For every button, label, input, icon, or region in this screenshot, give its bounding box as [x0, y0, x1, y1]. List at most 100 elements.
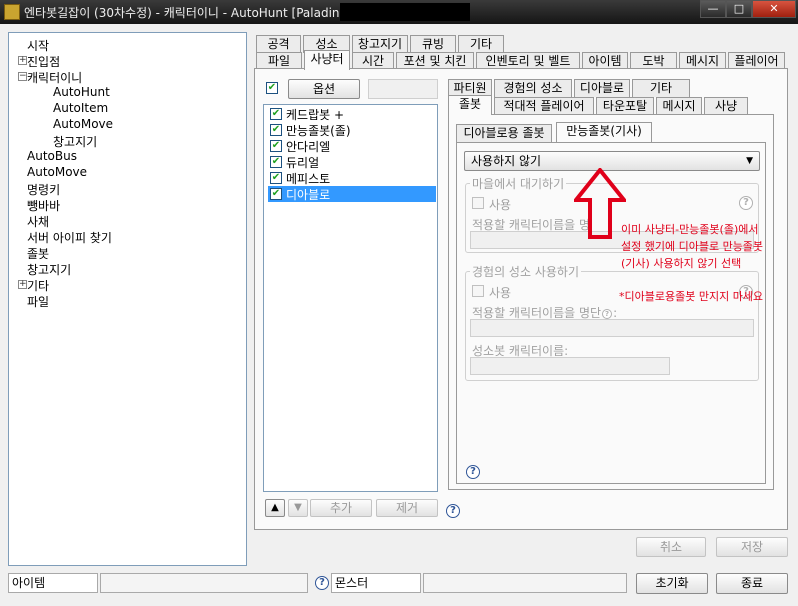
right-tab-row2-4[interactable]: 사냥: [704, 97, 748, 115]
option-button[interactable]: 옵션: [288, 79, 360, 99]
tree-item[interactable]: 졸봇: [27, 245, 49, 262]
settings-tree[interactable]: 시작 진입점 + 캐릭터이니 − AutoHunt AutoItem AutoMove 창고지기…: [8, 32, 247, 566]
tree-item[interactable]: 시작: [27, 37, 49, 54]
tree-item[interactable]: AutoBus: [27, 149, 77, 163]
annotation-line-2: 설정 했기에 디아블로 만능졸봇: [621, 240, 764, 253]
tree-item-label: 시작: [27, 39, 50, 53]
tree-item-label: 파일: [27, 295, 50, 309]
wait-in-town-help-icon[interactable]: ?: [739, 196, 753, 210]
help-icon[interactable]: ?: [446, 504, 460, 518]
sanctuary-use-label: 사용: [489, 286, 512, 300]
tree-item[interactable]: 뺑바바: [27, 197, 60, 214]
chevron-down-icon: ▼: [746, 156, 753, 166]
annotation-line-1: 이미 사냥터-만능졸봇(졸)에서: [621, 223, 759, 236]
right-tab-row2-3[interactable]: 메시지: [656, 97, 702, 115]
monster-status-label: 몬스터: [331, 573, 421, 593]
tree-item-label: 캐릭터이니: [27, 71, 83, 85]
app-icon: [4, 4, 20, 20]
tree-item[interactable]: 서버 아이피 찾기: [27, 229, 112, 246]
wait-in-town-use-label: 사용: [489, 198, 512, 212]
reset-button[interactable]: 초기화: [636, 573, 708, 594]
inline-help-icon[interactable]: ?: [602, 309, 613, 319]
tree-item[interactable]: AutoMove: [27, 165, 87, 179]
move-up-button[interactable]: ▲: [265, 499, 285, 517]
tree-item[interactable]: 파일: [27, 293, 49, 310]
top-tab-row1-3[interactable]: 큐빙: [410, 35, 456, 53]
list-item-checkbox[interactable]: ✔: [270, 156, 282, 168]
list-item[interactable]: ✔ 메피스토: [268, 170, 436, 186]
tree-item-label: AutoBus: [27, 149, 77, 163]
sanctuary-use-checkbox[interactable]: [472, 285, 484, 297]
option-field: [368, 79, 438, 99]
tree-item-label: 사채: [27, 215, 50, 229]
list-item-label: 안다리엘: [286, 140, 331, 154]
tree-item-label: 서버 아이피 찾기: [27, 231, 112, 245]
right-tab-row2-1[interactable]: 적대적 플레이어: [494, 97, 594, 115]
tree-item[interactable]: 창고지기: [53, 133, 97, 150]
tree-item-label: 기타: [27, 279, 50, 293]
sanctuary-names-field[interactable]: [470, 319, 754, 337]
close-button[interactable]: ✕: [752, 0, 796, 18]
hunt-target-list[interactable]: ✔ 케드랍봇 + ✔ 만능졸봇(졸) ✔ 안다리엘 ✔ 듀리얼 ✔ 메피스토 ✔ 디아블로: [263, 104, 438, 492]
tree-item[interactable]: 명령키: [27, 181, 60, 198]
move-down-button[interactable]: ▼: [288, 499, 308, 517]
tree-expander-icon[interactable]: +: [18, 280, 27, 289]
tree-item-label: 졸봇: [27, 247, 50, 261]
top-tab-row1-4[interactable]: 기타: [458, 35, 504, 53]
remove-button[interactable]: 제거: [376, 499, 438, 517]
tree-item-label: AutoItem: [53, 101, 109, 115]
list-item-label: 듀리얼: [286, 156, 320, 170]
save-button[interactable]: 저장: [716, 537, 788, 557]
list-item[interactable]: ✔ 만능졸봇(졸): [268, 122, 436, 138]
tree-item[interactable]: 창고지기: [27, 261, 71, 278]
sub-tab-0[interactable]: 디아블로용 졸봇: [456, 124, 552, 142]
sub-tab-1[interactable]: 만능졸봇(기사): [556, 122, 652, 142]
tree-item-label: 창고지기: [53, 135, 98, 149]
tree-item[interactable]: AutoMove: [53, 117, 113, 131]
list-item-checkbox[interactable]: ✔: [270, 108, 282, 120]
status-help-icon[interactable]: ?: [315, 576, 329, 590]
sanctuary-apply-text: 적용할 캐릭터이름을 명단: [472, 306, 602, 320]
list-item-checkbox[interactable]: ✔: [270, 188, 282, 200]
tree-expander-icon[interactable]: +: [18, 56, 27, 65]
add-button[interactable]: 추가: [310, 499, 372, 517]
right-tab-row1-1[interactable]: 경험의 성소: [494, 79, 572, 97]
tree-item-label: 뺑바바: [27, 199, 61, 213]
exit-button[interactable]: 종료: [716, 573, 788, 594]
option-checkbox[interactable]: ✔: [266, 82, 278, 94]
list-item-checkbox[interactable]: ✔: [270, 140, 282, 152]
annotation-line-4: *디아블로용졸봇 만지지 마세요: [619, 290, 764, 303]
redacted-region: [340, 3, 470, 21]
list-item-checkbox[interactable]: ✔: [270, 172, 282, 184]
top-tab-row2-1[interactable]: 사냥터: [304, 50, 350, 70]
tree-item[interactable]: AutoItem: [53, 101, 108, 115]
panel-help-icon[interactable]: ?: [466, 465, 480, 479]
list-item-checkbox[interactable]: ✔: [270, 124, 282, 136]
annotation-line-3: (기사) 사용하지 않기 선택: [621, 257, 742, 270]
right-tab-row1-3[interactable]: 기타: [632, 79, 690, 97]
tree-item-label: AutoHunt: [53, 85, 110, 99]
tree-item[interactable]: AutoHunt: [53, 85, 110, 99]
tree-item[interactable]: 캐릭터이니: [27, 69, 82, 86]
list-item-label: 만능졸봇(졸): [286, 124, 351, 138]
tree-item[interactable]: 기타: [27, 277, 49, 294]
annotation-arrow-icon: [574, 168, 626, 239]
tree-item[interactable]: 진입점: [27, 53, 60, 70]
maximize-button[interactable]: □: [726, 0, 752, 18]
tree-item[interactable]: 사채: [27, 213, 49, 230]
right-tab-row2-0[interactable]: 졸봇: [448, 95, 492, 115]
list-item[interactable]: ✔ 디아블로: [268, 186, 436, 202]
top-tab-row1-0[interactable]: 공격: [256, 35, 301, 53]
wait-in-town-title: 마을에서 대기하기: [470, 175, 567, 192]
right-tab-row1-2[interactable]: 디아블로: [574, 79, 630, 97]
list-item[interactable]: ✔ 케드랍봇 +: [268, 106, 436, 122]
minimize-button[interactable]: —: [700, 0, 726, 18]
cancel-button[interactable]: 취소: [636, 537, 706, 557]
list-item[interactable]: ✔ 안다리엘: [268, 138, 436, 154]
wait-in-town-use-checkbox[interactable]: [472, 197, 484, 209]
top-tab-row1-2[interactable]: 창고지기: [352, 35, 408, 53]
tree-expander-icon[interactable]: −: [18, 72, 27, 81]
list-item[interactable]: ✔ 듀리얼: [268, 154, 436, 170]
sanctuary-bot-field[interactable]: [470, 357, 670, 375]
right-tab-row2-2[interactable]: 타운포탈: [596, 97, 654, 115]
